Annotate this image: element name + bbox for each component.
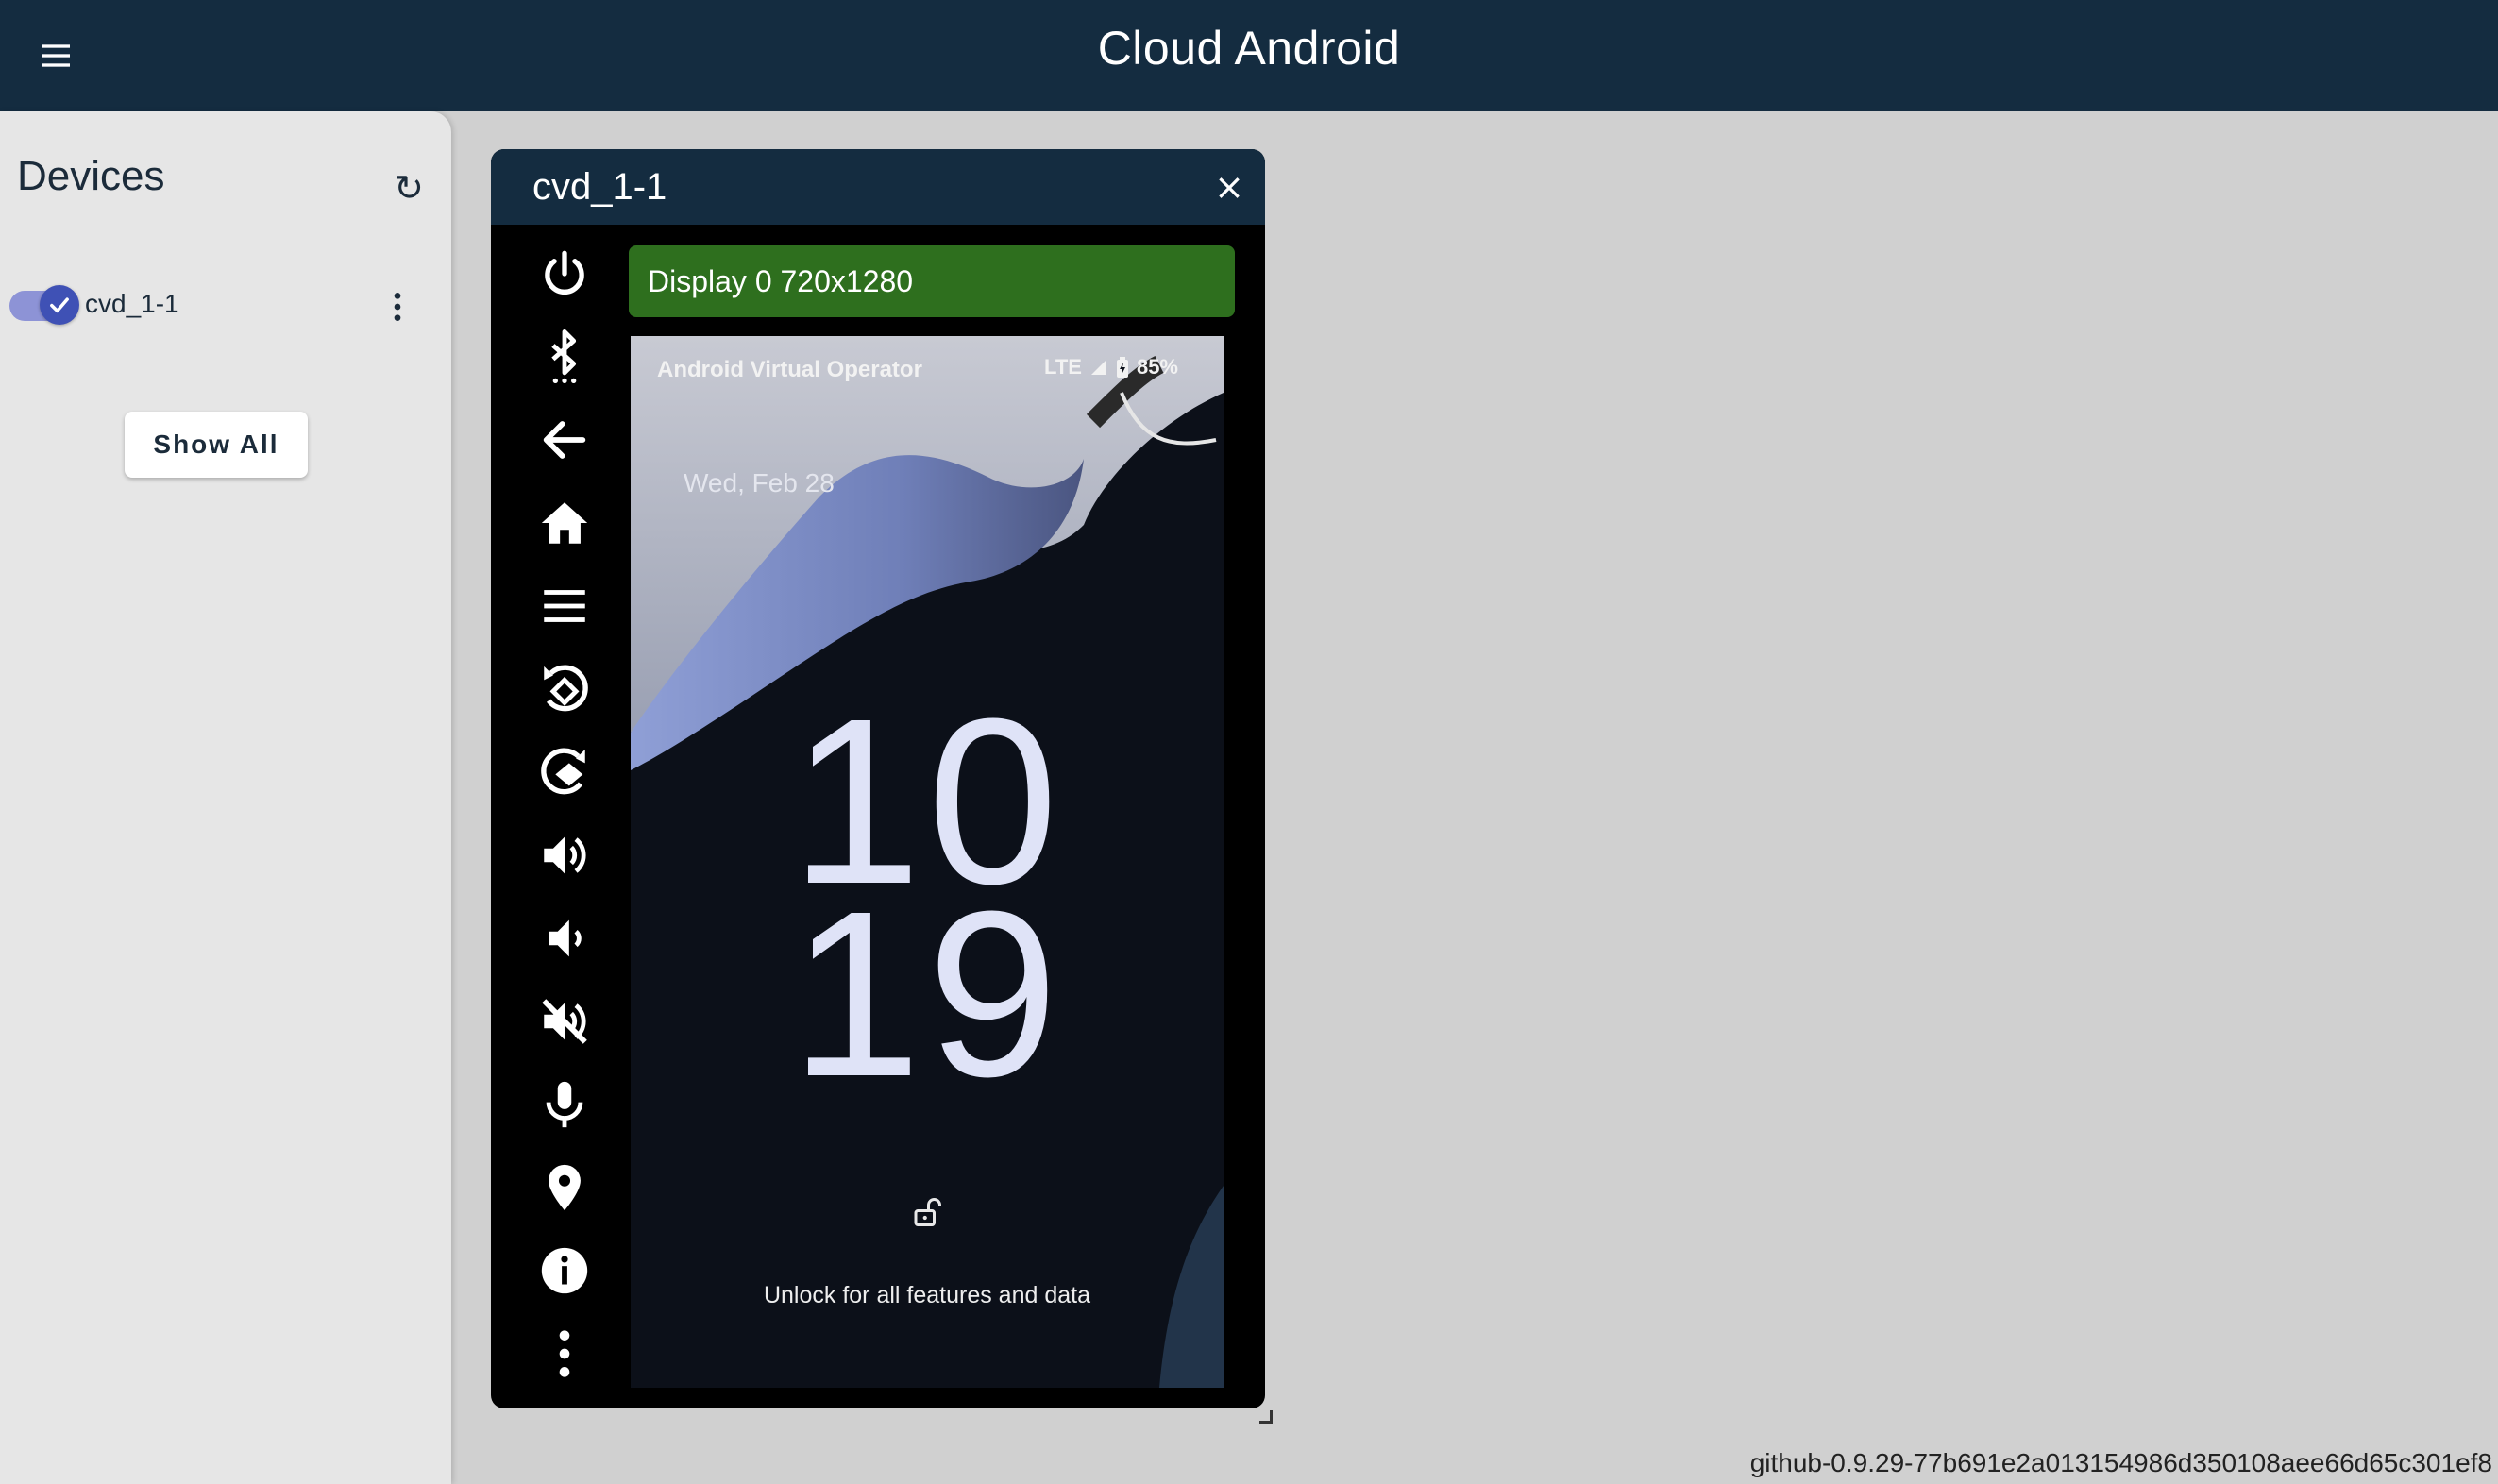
show-all-button[interactable]: Show All <box>125 412 308 478</box>
power-button[interactable] <box>517 236 612 312</box>
devices-sidebar: Devices ↻ cvd_1-1 Show All <box>0 111 451 1484</box>
info-icon <box>541 1247 588 1294</box>
close-icon: × <box>1214 166 1244 208</box>
device-window: cvd_1-1 × Display 0 720x1280 Android Vir… <box>491 149 1265 1408</box>
microphone-button[interactable] <box>517 1067 612 1142</box>
check-icon <box>40 285 79 325</box>
device-control-panel <box>517 236 612 1397</box>
app-header: Cloud Android <box>0 0 2498 111</box>
location-icon <box>549 1164 581 1211</box>
status-indicators: LTE 85% <box>1044 355 1178 379</box>
bluetooth-icon <box>551 329 577 384</box>
volume-mute-icon <box>542 999 587 1044</box>
microphone-icon <box>546 1081 583 1128</box>
back-icon <box>543 421 586 459</box>
location-button[interactable] <box>517 1150 612 1225</box>
info-button[interactable] <box>517 1233 612 1308</box>
signal-icon <box>1090 360 1106 375</box>
device-window-header[interactable]: cvd_1-1 × <box>491 149 1265 225</box>
lockscreen-date: Wed, Feb 28 <box>684 468 835 497</box>
volume-up-icon <box>544 836 586 874</box>
power-icon <box>545 250 584 295</box>
display-label: Display 0 720x1280 <box>629 245 1235 317</box>
resize-handle[interactable] <box>1259 1410 1273 1424</box>
app-title: Cloud Android <box>1097 22 1401 75</box>
rotate-right-button[interactable] <box>517 734 612 810</box>
device-toggle[interactable] <box>9 285 79 325</box>
menu-icon <box>544 590 585 622</box>
network-type: LTE <box>1044 355 1082 379</box>
device-name[interactable]: cvd_1-1 <box>85 289 179 319</box>
version-label: github-0.9.29-77b691e2a013154986d350108a… <box>1749 1448 2492 1477</box>
unlock-hint: Unlock for all features and data <box>763 1282 1091 1308</box>
more-vert-icon <box>394 293 401 321</box>
refresh-icon: ↻ <box>394 167 424 209</box>
back-button[interactable] <box>517 402 612 478</box>
phone-display[interactable]: Android Virtual Operator LTE 85% Wed, Fe… <box>631 336 1224 1388</box>
volume-up-button[interactable] <box>517 818 612 893</box>
battery-level: 85% <box>1136 355 1178 379</box>
battery-icon <box>1116 357 1128 378</box>
rotate-left-icon <box>544 665 588 712</box>
volume-down-icon <box>549 919 582 957</box>
device-list-item: cvd_1-1 <box>0 262 451 347</box>
more-options-button[interactable] <box>517 1316 612 1391</box>
sidebar-title: Devices <box>17 153 165 199</box>
device-window-title: cvd_1-1 <box>532 166 667 208</box>
rotate-left-button[interactable] <box>517 651 612 727</box>
close-button[interactable]: × <box>1207 164 1252 210</box>
clock-minutes: 19 <box>789 862 1065 1125</box>
home-button[interactable] <box>517 485 612 561</box>
home-icon <box>541 502 588 544</box>
rotate-right-icon <box>541 748 585 795</box>
device-menu-button[interactable] <box>374 283 421 330</box>
refresh-button[interactable]: ↻ <box>381 160 436 215</box>
volume-mute-button[interactable] <box>517 984 612 1059</box>
menu-button[interactable] <box>517 568 612 644</box>
bluetooth-button[interactable] <box>517 319 612 395</box>
more-options-icon <box>559 1330 570 1377</box>
status-carrier: Android Virtual Operator <box>657 357 922 382</box>
unlock-icon <box>914 1198 941 1226</box>
volume-down-button[interactable] <box>517 901 612 976</box>
